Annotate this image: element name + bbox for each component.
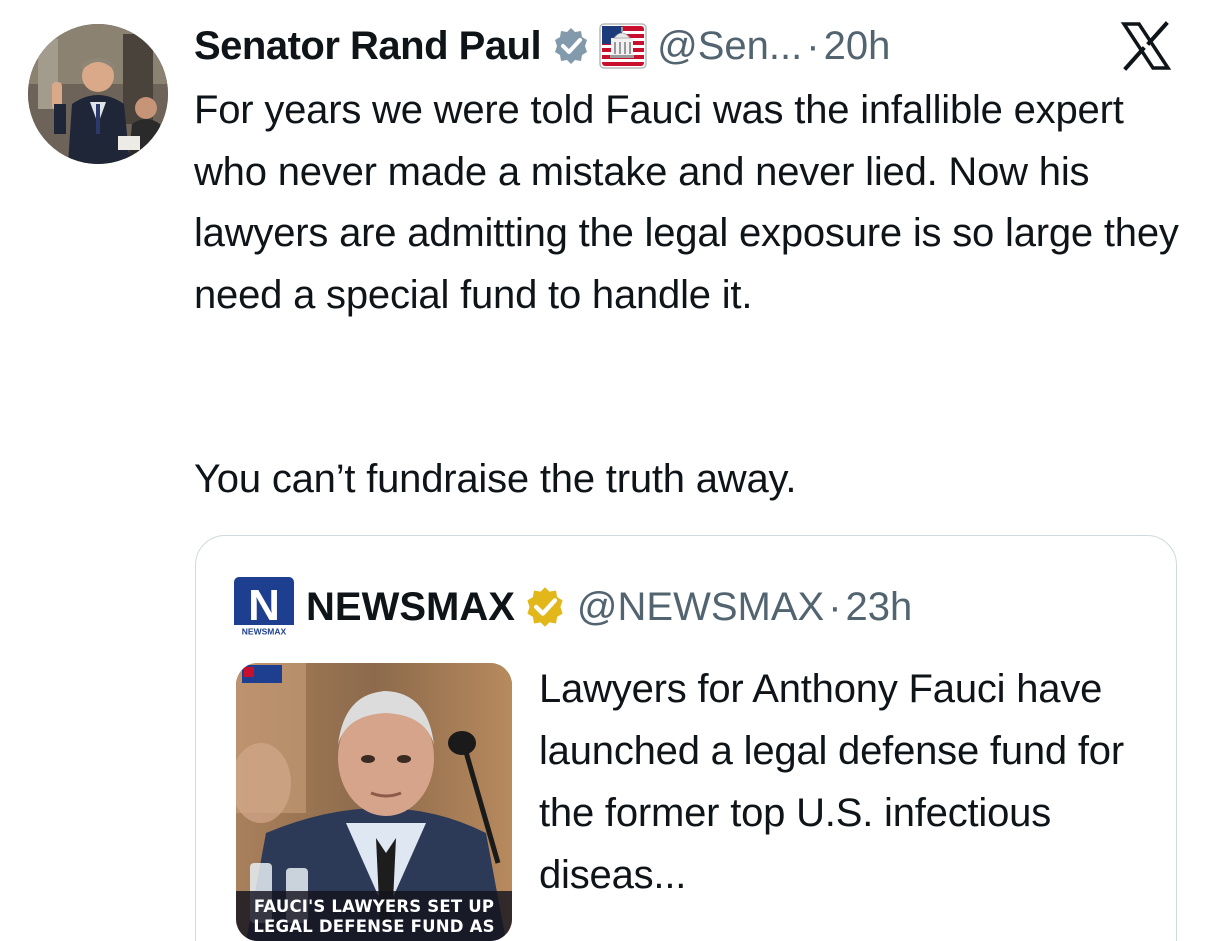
tweet-card[interactable]: Senator Rand Paul @Sen... · 20h For year… [0, 0, 1206, 941]
tweet-timestamp[interactable]: 20h [824, 24, 891, 69]
verified-badge-icon[interactable] [551, 26, 591, 66]
newsmax-logo-avatar[interactable]: N NEWSMAX [234, 577, 294, 637]
tweet-body: For years we were told Fauci was the inf… [194, 80, 1184, 511]
quoted-tweet-timestamp[interactable]: 23h [846, 585, 913, 630]
quoted-header-separator: · [828, 584, 842, 629]
tweet-header: Senator Rand Paul @Sen... · 20h [194, 16, 1166, 76]
newsmax-logo-wordmark: NEWSMAX [242, 627, 287, 637]
quoted-tweet[interactable]: N NEWSMAX NEWSMAX @NEWSMAX · 23h FAUCI'S… [195, 535, 1177, 941]
quoted-tweet-header: N NEWSMAX NEWSMAX @NEWSMAX · 23h [234, 576, 912, 638]
quoted-author-handle[interactable]: @NEWSMAX [577, 585, 824, 630]
quoted-tweet-text: Lawyers for Anthony Fauci have launched … [539, 667, 1124, 897]
tweet-body-paragraph: You can’t fundraise the truth away. [194, 457, 797, 501]
header-separator: · [806, 23, 820, 68]
media-caption-line: FAUCI'S LAWYERS SET UP [253, 897, 495, 916]
quoted-author-display-name[interactable]: NEWSMAX [306, 585, 515, 630]
author-avatar[interactable] [28, 24, 168, 164]
quoted-tweet-media[interactable]: FAUCI'S LAWYERS SET UP LEGAL DEFENSE FUN… [236, 663, 512, 941]
us-capitol-flag-icon[interactable] [599, 22, 647, 70]
gold-verified-badge-icon[interactable] [523, 585, 567, 629]
author-handle[interactable]: @Sen... [657, 24, 802, 69]
media-caption: FAUCI'S LAWYERS SET UP LEGAL DEFENSE FUN… [236, 891, 512, 941]
tweet-body-paragraph: For years we were told Fauci was the inf… [194, 88, 1179, 317]
x-logo-icon[interactable] [1120, 20, 1172, 72]
media-caption-line: LEGAL DEFENSE FUND AS [253, 917, 495, 936]
author-display-name[interactable]: Senator Rand Paul [194, 24, 542, 69]
author-avatar-photo [28, 24, 168, 164]
